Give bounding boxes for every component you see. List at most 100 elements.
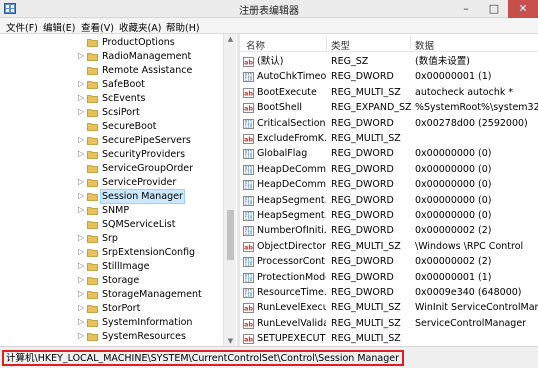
tree-item[interactable]: ▷ StorPort <box>0 302 222 316</box>
tree-item-label: SNMP <box>102 205 130 216</box>
value-type: REG_DWORD <box>331 256 394 268</box>
folder-icon <box>87 123 98 131</box>
header-data[interactable]: 数据 <box>415 38 434 52</box>
value-type: REG_SZ <box>331 56 369 67</box>
tree-item-label: StorPort <box>102 303 141 314</box>
tree-item[interactable]: ▷ ScEvents <box>0 92 222 106</box>
value-row[interactable]: 011 110 ProtectionMode REG_DWORD 0x00000001 … <box>240 270 538 285</box>
binary-value-icon: 011110 <box>243 149 254 160</box>
value-row[interactable]: ab RunLevelValida... REG_MULTI_SZ ServiceCo… <box>240 316 538 331</box>
expand-arrow-icon[interactable]: ▷ <box>78 135 84 144</box>
folder-icon <box>87 263 98 271</box>
folder-icon <box>87 291 98 299</box>
expand-arrow-icon[interactable]: ▷ <box>78 317 84 326</box>
tree-item[interactable]: ▷ Storage <box>0 274 222 288</box>
expand-arrow-icon[interactable]: ▷ <box>78 261 84 270</box>
tree-item[interactable]: ▷ SecurePipeServers <box>0 134 222 148</box>
tree-item-label: ScsiPort <box>102 107 140 118</box>
value-row[interactable]: 011 110 HeapSegment... REG_DWORD 0x00000000 … <box>240 208 538 223</box>
expand-arrow-icon[interactable]: ▷ <box>78 247 84 256</box>
close-button[interactable]: ✕ <box>508 0 538 18</box>
menu-file[interactable]: 文件(F) <box>6 20 38 34</box>
svg-text:110: 110 <box>245 231 253 236</box>
expand-arrow-icon[interactable]: ▷ <box>78 191 84 200</box>
value-row[interactable]: 011 110 GlobalFlag REG_DWORD 0x00000000 (0) <box>240 146 538 161</box>
expand-arrow-icon[interactable]: ▷ <box>78 93 84 102</box>
value-data: 0x00000001 (1) <box>415 271 492 283</box>
string-value-icon: ab <box>243 103 254 114</box>
value-row[interactable]: 011110HeapDeComm... REG_DWORD 0x00000000 (… <box>240 177 538 192</box>
tree-item[interactable]: ▷ SecurityProviders <box>0 148 222 162</box>
value-row[interactable]: ab BootShell REG_EXPAND_SZ %SystemRoot%\sys… <box>240 100 538 115</box>
value-row[interactable]: ab RunLevelExecute REG_MULTI_SZ WinInit Ser… <box>240 300 538 315</box>
menu-view[interactable]: 查看(V) <box>81 20 114 34</box>
value-row[interactable]: 011 110 ResourceTime... REG_DWORD 0x0009e340… <box>240 285 538 300</box>
tree-item[interactable]: SQMServiceList <box>0 218 222 232</box>
tree-item-label: StorageManagement <box>102 289 202 300</box>
values-list[interactable]: 名称 类型 数据 ab (默认) REG_SZ (数值未设置) 011 110 AutoCh… <box>240 34 538 346</box>
value-type: REG_EXPAND_SZ <box>331 102 412 114</box>
key-tree[interactable]: ProductOptions ▷ RadioManagement Remote Ass… <box>0 34 237 346</box>
scroll-up-arrow[interactable]: ▲ <box>224 35 237 43</box>
menu-help[interactable]: 帮助(H) <box>166 20 200 34</box>
expand-arrow-icon[interactable]: ▷ <box>78 331 84 340</box>
tree-item[interactable]: Remote Assistance <box>0 64 222 78</box>
expand-arrow-icon[interactable]: ▷ <box>78 289 84 298</box>
expand-arrow-icon[interactable]: ▷ <box>78 149 84 158</box>
expand-arrow-icon[interactable]: ▷ <box>78 51 84 60</box>
tree-item[interactable]: ▷ SNMP <box>0 204 222 218</box>
value-row[interactable]: ab ExcludeFromK... REG_MULTI_SZ <box>240 131 538 146</box>
value-name: SETUPEXECUTE <box>257 333 326 345</box>
tree-scrollbar[interactable]: ▲ ▼ <box>223 34 236 346</box>
tree-item[interactable]: ProductOptions <box>0 36 222 50</box>
tree-item[interactable]: ▷ StorageManagement <box>0 288 222 302</box>
tree-item[interactable]: ▷ RadioManagement <box>0 50 222 64</box>
expand-arrow-icon[interactable]: ▷ <box>78 177 84 186</box>
folder-icon <box>87 207 98 215</box>
value-row[interactable]: 011110AutoChkTimeout REG_DWORD 0x00000001 … <box>240 69 538 84</box>
value-data: %SystemRoot%\system32\bo <box>415 102 538 114</box>
value-type: REG_MULTI_SZ <box>331 86 401 98</box>
tree-item[interactable]: ▷ SystemResources <box>0 330 222 344</box>
tree-item-label: Srp <box>102 233 118 244</box>
tree-item[interactable]: ▷ Srp <box>0 232 222 246</box>
expand-arrow-icon[interactable]: ▷ <box>78 79 84 88</box>
value-row[interactable]: 011 110 NumberOfIniti... REG_DWORD 0x0000000… <box>240 223 538 238</box>
tree-item[interactable]: SecureBoot <box>0 120 222 134</box>
tree-item[interactable]: ▷ SrpExtensionConfig <box>0 246 222 260</box>
tree-item[interactable]: ServiceGroupOrder <box>0 162 222 176</box>
menu-favorites[interactable]: 收藏夹(A) <box>119 20 161 34</box>
value-row[interactable]: ab SETUPEXECUTE REG_MULTI_SZ <box>240 331 538 346</box>
header-type[interactable]: 类型 <box>331 38 350 52</box>
tree-item[interactable]: ▷ SystemInformation <box>0 316 222 330</box>
scroll-down-arrow[interactable]: ▼ <box>224 337 237 345</box>
tree-item[interactable]: ▷ SafeBoot <box>0 78 222 92</box>
value-row[interactable]: ab (默认) REG_SZ (数值未设置) <box>240 54 538 69</box>
value-row[interactable]: ab BootExecute REG_MULTI_SZ autocheck autoc… <box>240 85 538 100</box>
tree-item[interactable]: ▷ ServiceProvider <box>0 176 222 190</box>
tree-item-label: Remote Assistance <box>102 65 193 76</box>
tree-item-label: SrpExtensionConfig <box>102 247 196 258</box>
tree-item[interactable]: ▷ StillImage <box>0 260 222 274</box>
value-row[interactable]: 011110ProcessorCont... REG_DWORD 0x0000000… <box>240 254 538 269</box>
expand-arrow-icon[interactable]: ▷ <box>78 275 84 284</box>
value-row[interactable]: 011110HeapDeComm... REG_DWORD 0x00000000 (… <box>240 162 538 177</box>
minimize-button[interactable]: – <box>452 0 480 18</box>
value-row[interactable]: 011110CriticalSection... REG_DWORD 0x00278… <box>240 116 538 131</box>
menu-edit[interactable]: 编辑(E) <box>43 20 75 34</box>
scrollbar-thumb[interactable] <box>227 210 234 260</box>
tree-item[interactable]: ▷ ScsiPort <box>0 106 222 120</box>
tree-item[interactable]: ▷ Session Manager <box>0 189 222 204</box>
expand-arrow-icon[interactable]: ▷ <box>78 107 84 116</box>
value-row[interactable]: ab ObjectDirector... REG_MULTI_SZ \Windows … <box>240 239 538 254</box>
expand-arrow-icon[interactable]: ▷ <box>78 205 84 214</box>
value-row[interactable]: 011 110 HeapSegment... REG_DWORD 0x00000000 … <box>240 193 538 208</box>
expand-arrow-icon[interactable]: ▷ <box>78 233 84 242</box>
string-value-icon: ab <box>243 241 254 252</box>
value-data <box>415 132 538 146</box>
header-name[interactable]: 名称 <box>246 38 265 52</box>
svg-text:110: 110 <box>245 169 253 174</box>
expand-arrow-icon[interactable]: ▷ <box>78 303 84 312</box>
maximize-button[interactable]: □ <box>480 0 508 18</box>
binary-value-icon: 011110 <box>243 226 254 237</box>
